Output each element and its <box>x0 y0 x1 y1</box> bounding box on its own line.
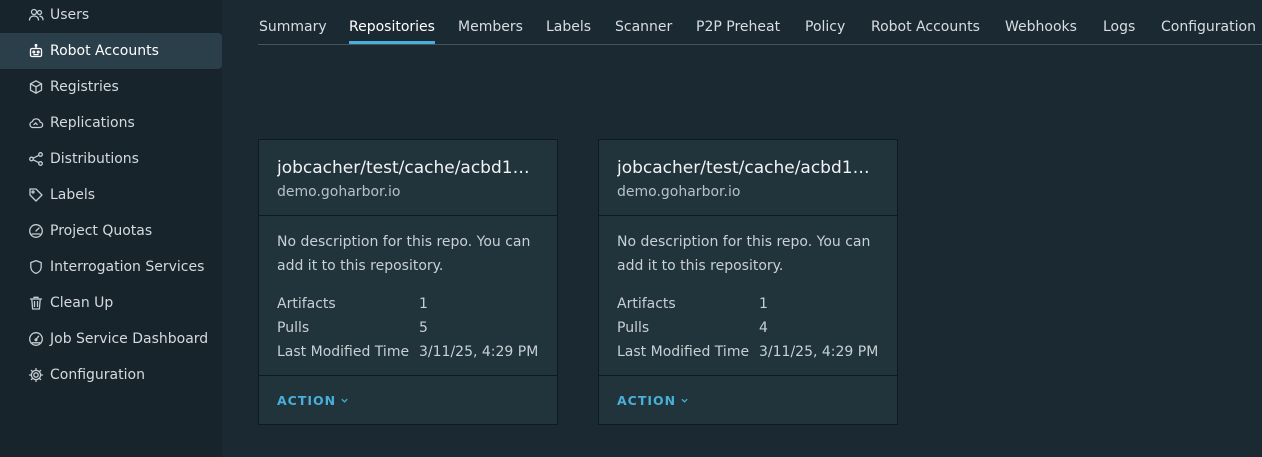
project-tabs: Summary Repositories Members Labels Scan… <box>258 0 1262 45</box>
sidebar-item-label: Interrogation Services <box>50 259 205 275</box>
sidebar-item-registries[interactable]: Registries <box>0 69 222 105</box>
action-dropdown-button[interactable]: ACTION <box>617 393 689 408</box>
sidebar-item-interrogation-services[interactable]: Interrogation Services <box>0 249 222 285</box>
tab-scanner[interactable]: Scanner <box>615 19 672 41</box>
sidebar-item-label: Project Quotas <box>50 223 153 239</box>
stat-value: 3/11/25, 4:29 PM <box>759 344 879 360</box>
stat-value: 1 <box>759 296 768 312</box>
stat-value: 3/11/25, 4:29 PM <box>419 344 539 360</box>
card-footer: ACTION <box>259 376 557 424</box>
sidebar-item-label: Replications <box>50 115 135 131</box>
stat-label: Artifacts <box>277 296 336 312</box>
tab-summary[interactable]: Summary <box>259 19 327 41</box>
stat-label: Pulls <box>617 320 650 336</box>
action-label: ACTION <box>277 392 337 408</box>
action-label: ACTION <box>617 392 677 408</box>
stat-row-last-modified: Last Modified Time 3/11/25, 4:29 PM <box>617 340 879 364</box>
stat-row-pulls: Pulls 4 <box>617 316 879 340</box>
box-icon <box>29 80 43 94</box>
sidebar-item-label: Users <box>50 7 90 23</box>
tag-icon <box>29 188 43 202</box>
cloud-icon <box>29 118 44 129</box>
sidebar-item-label: Configuration <box>50 367 145 383</box>
users-icon <box>28 8 44 21</box>
sidebar-item-clean-up[interactable]: Clean Up <box>0 285 222 321</box>
tab-configuration[interactable]: Configuration <box>1161 19 1256 41</box>
stat-value: 1 <box>419 296 428 312</box>
stat-value: 4 <box>759 320 768 336</box>
sidebar-item-project-quotas[interactable]: Project Quotas <box>0 213 222 249</box>
stat-row-artifacts: Artifacts 1 <box>617 292 879 316</box>
repository-stats: Artifacts 1 Pulls 5 Last Modified Time 3… <box>277 292 539 364</box>
tab-policy[interactable]: Policy <box>805 19 845 41</box>
sidebar: Users Robot Accounts Registries Replicat… <box>0 0 222 457</box>
gauge-icon <box>29 224 43 238</box>
repository-card: jobcacher/test/cache/acbd18db4cc2f85cede… <box>258 139 558 425</box>
tab-repositories[interactable]: Repositories <box>349 19 435 44</box>
tab-robot-accounts[interactable]: Robot Accounts <box>871 19 980 41</box>
tab-webhooks[interactable]: Webhooks <box>1005 19 1077 41</box>
sidebar-item-label: Registries <box>50 79 119 95</box>
registry-host: demo.goharbor.io <box>277 184 401 200</box>
sidebar-item-label: Job Service Dashboard <box>50 331 209 347</box>
chevron-down-icon <box>681 398 688 403</box>
sidebar-item-label: Labels <box>50 187 96 203</box>
registry-host: demo.goharbor.io <box>617 184 741 200</box>
stat-label: Pulls <box>277 320 310 336</box>
share-icon <box>29 152 43 166</box>
sidebar-item-robot-accounts[interactable]: Robot Accounts <box>0 33 222 69</box>
sidebar-item-distributions[interactable]: Distributions <box>0 141 222 177</box>
sidebar-item-label: Distributions <box>50 151 139 167</box>
repository-stats: Artifacts 1 Pulls 4 Last Modified Time 3… <box>617 292 879 364</box>
stat-label: Last Modified Time <box>617 344 750 360</box>
stat-row-last-modified: Last Modified Time 3/11/25, 4:29 PM <box>277 340 539 364</box>
shield-icon <box>30 259 42 275</box>
tab-logs[interactable]: Logs <box>1103 19 1135 41</box>
robot-icon <box>29 43 43 58</box>
card-body: No description for this repo. You can ad… <box>259 216 557 376</box>
stat-label: Last Modified Time <box>277 344 410 360</box>
tab-members[interactable]: Members <box>458 19 523 41</box>
tab-p2p-preheat[interactable]: P2P Preheat <box>696 19 780 41</box>
sidebar-item-labels[interactable]: Labels <box>0 177 222 213</box>
repository-card: jobcacher/test/cache/acbd18db4cc2f85cede… <box>598 139 898 425</box>
sidebar-item-label: Clean Up <box>50 295 114 311</box>
trash-icon <box>29 296 43 310</box>
repository-description: No description for this repo. You can ad… <box>277 234 531 274</box>
action-dropdown-button[interactable]: ACTION <box>277 393 349 408</box>
dashboard-icon <box>29 332 43 346</box>
stat-value: 5 <box>419 320 428 336</box>
sidebar-item-replications[interactable]: Replications <box>0 105 222 141</box>
repository-description: No description for this repo. You can ad… <box>617 234 871 274</box>
repository-name-link[interactable]: jobcacher/test/cache/acbd18db4cc2f85cede… <box>617 158 879 178</box>
sidebar-item-label: Robot Accounts <box>50 43 159 59</box>
stat-row-pulls: Pulls 5 <box>277 316 539 340</box>
tab-labels[interactable]: Labels <box>546 19 591 41</box>
sidebar-item-configuration[interactable]: Configuration <box>0 357 222 393</box>
card-header: jobcacher/test/cache/acbd18db4cc2f85cede… <box>599 140 897 216</box>
card-footer: ACTION <box>599 376 897 424</box>
sidebar-item-users[interactable]: Users <box>0 0 222 33</box>
main-content: Summary Repositories Members Labels Scan… <box>222 0 1262 457</box>
card-body: No description for this repo. You can ad… <box>599 216 897 376</box>
chevron-down-icon <box>341 398 348 403</box>
repository-name-link[interactable]: jobcacher/test/cache/acbd18db4cc2f85cede… <box>277 158 539 178</box>
stat-label: Artifacts <box>617 296 676 312</box>
gear-icon <box>28 367 44 383</box>
card-header: jobcacher/test/cache/acbd18db4cc2f85cede… <box>259 140 557 216</box>
sidebar-item-job-service-dashboard[interactable]: Job Service Dashboard <box>0 321 222 357</box>
stat-row-artifacts: Artifacts 1 <box>277 292 539 316</box>
